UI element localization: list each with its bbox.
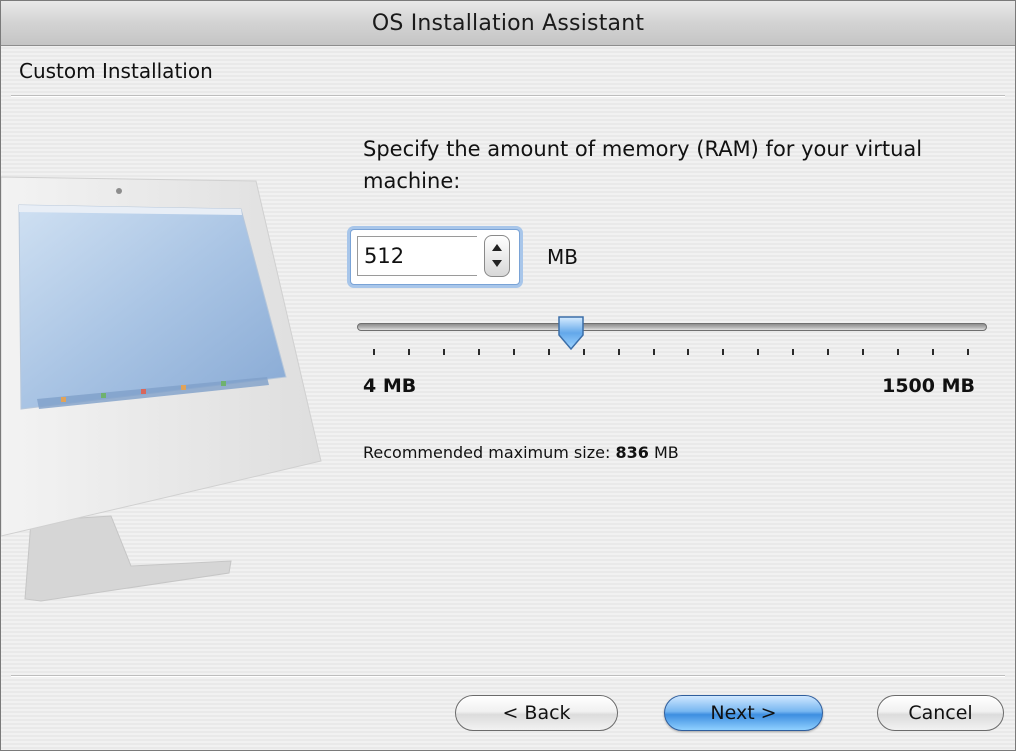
slider-tick [757, 349, 759, 355]
computer-illustration [1, 176, 322, 602]
slider-ticks [373, 349, 973, 359]
recommended-size-note: Recommended maximum size: 836 MB [363, 443, 679, 462]
slider-track[interactable] [357, 323, 987, 331]
cancel-button[interactable]: Cancel [877, 695, 1004, 731]
slider-tick [443, 349, 445, 355]
stepper-down-icon[interactable] [492, 260, 502, 267]
installer-window: OS Installation Assistant Custom Install… [0, 0, 1016, 751]
slider-tick [548, 349, 550, 355]
stepper-arrows[interactable] [484, 235, 510, 277]
memory-input[interactable]: 512 [357, 236, 477, 276]
slider-tick [792, 349, 794, 355]
slider-tick [618, 349, 620, 355]
slider-tick [932, 349, 934, 355]
slider-tick [897, 349, 899, 355]
window-title: OS Installation Assistant [371, 10, 645, 36]
slider-min-label: 4 MB [363, 375, 417, 397]
slider-tick [583, 349, 585, 355]
memory-stepper[interactable]: 512 [350, 229, 520, 285]
recommend-unit: MB [653, 443, 679, 462]
slider-tick [408, 349, 410, 355]
slider-tick [513, 349, 515, 355]
window-titlebar: OS Installation Assistant [1, 1, 1015, 46]
slider-tick [827, 349, 829, 355]
memory-unit-label: MB [547, 245, 578, 269]
recommend-value: 836 [615, 443, 649, 462]
section-header: Custom Installation [19, 59, 213, 83]
slider-tick [478, 349, 480, 355]
slider-tick [967, 349, 969, 355]
slider-max-label: 1500 MB [882, 375, 975, 397]
slider-tick [687, 349, 689, 355]
recommend-prefix: Recommended maximum size: [363, 443, 611, 462]
next-button[interactable]: Next > [664, 695, 823, 731]
slider-tick [862, 349, 864, 355]
back-button[interactable]: < Back [455, 695, 618, 731]
header-divider [11, 95, 1005, 97]
slider-thumb[interactable] [556, 315, 586, 351]
memory-prompt: Specify the amount of memory (RAM) for y… [363, 137, 923, 193]
stepper-up-icon[interactable] [492, 244, 502, 251]
slider-tick [722, 349, 724, 355]
footer-divider [11, 675, 1005, 677]
slider-tick [653, 349, 655, 355]
slider-tick [373, 349, 375, 355]
